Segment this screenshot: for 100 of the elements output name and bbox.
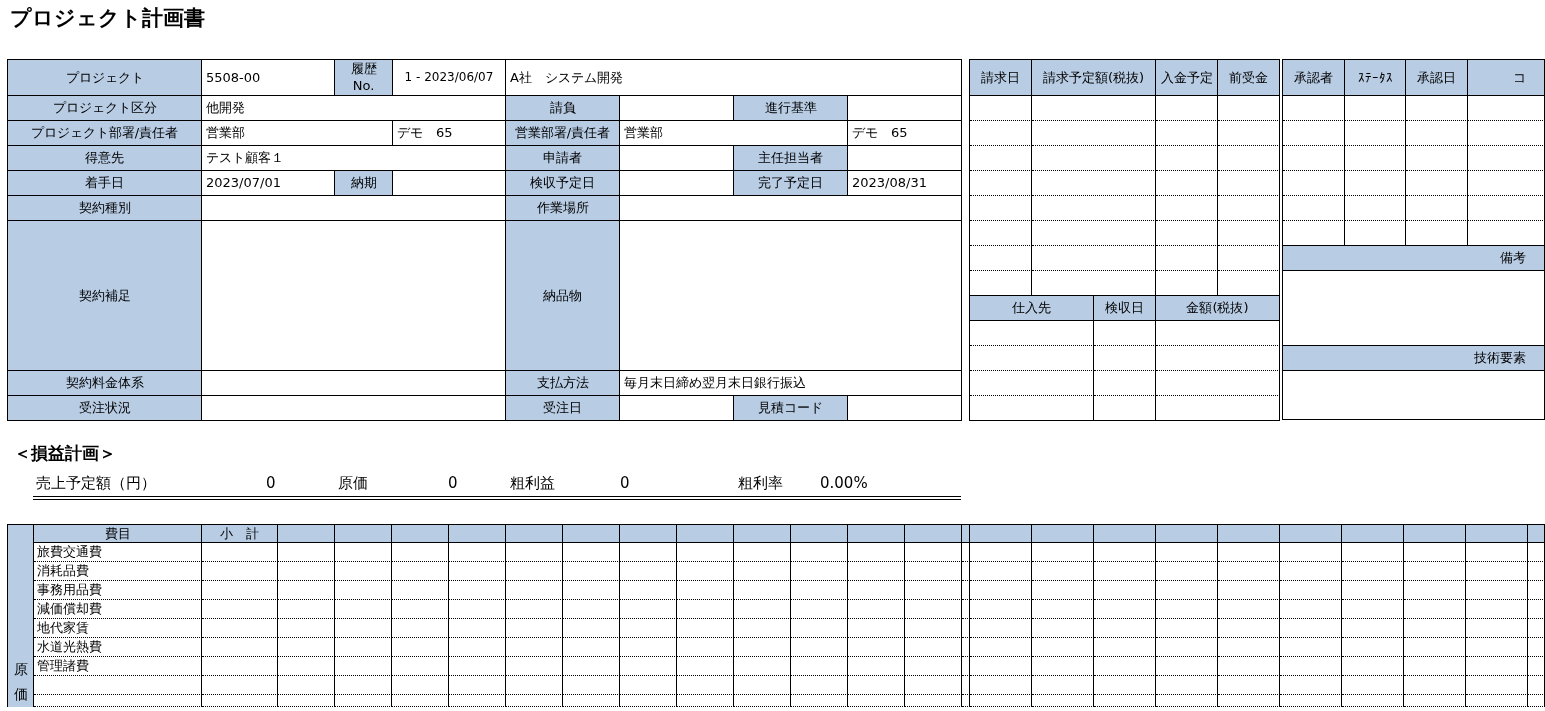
table-cell [1032,581,1094,600]
field-label: 完了予定日 [734,171,848,196]
table-cell [1280,600,1342,619]
table-cell [620,562,677,581]
table-cell [1156,221,1218,246]
table-cell [1404,562,1466,581]
table-cell [970,638,1032,657]
field-value: 1 - 2023/06/07 [393,60,506,96]
table-cell [278,543,335,562]
table-cell [970,581,1032,600]
row-label: 消耗品費 [34,562,202,581]
table-cell [335,657,392,676]
table-cell [449,581,506,600]
table-cell [449,695,506,707]
table-cell [506,600,563,619]
table-cell [392,581,449,600]
field-label: 営業部署/責任者 [506,121,620,146]
table-cell [1156,171,1218,196]
table-cell [278,562,335,581]
table-cell [734,562,791,581]
column-header: ｽﾃｰﾀｽ [1345,60,1406,96]
section-heading: ＜損益計画＞ [14,443,117,465]
table-cell [335,695,392,707]
table-cell [620,676,677,695]
section-header: 備考 [1283,246,1545,271]
table-cell [734,600,791,619]
table-cell [791,638,848,657]
table-cell [1342,695,1404,707]
table-cell [1280,543,1342,562]
table-cell [1406,121,1468,146]
column-header: 請求予定額(税抜) [1032,60,1156,96]
table-cell [848,600,905,619]
table-cell [905,657,962,676]
table-cell [278,657,335,676]
table-cell [506,657,563,676]
column-header: 前受金 [1218,60,1280,96]
table-cell [677,657,734,676]
table-cell [734,543,791,562]
field-label: 納期 [335,171,393,196]
table-cell [734,657,791,676]
table-cell [791,562,848,581]
table-cell [506,695,563,707]
table-cell [1218,562,1280,581]
table-cell [1218,121,1280,146]
table-cell [1094,619,1156,638]
table-cell [1218,96,1280,121]
table-cell [392,676,449,695]
table-cell [1404,543,1466,562]
table-cell [1280,676,1342,695]
table-cell [1156,121,1218,146]
table-cell [734,619,791,638]
table-cell [1032,657,1094,676]
table-cell [1342,619,1404,638]
table-cell [1094,695,1156,707]
field-label: 主任担当者 [734,146,848,171]
table-cell [1218,638,1280,657]
table-cell [563,695,620,707]
table-cell [620,581,677,600]
summary-label: 売上予定額（円） [36,474,157,494]
table-cell [563,676,620,695]
table-cell [1528,695,1545,707]
table-cell [563,638,620,657]
field-label: 着手日 [8,171,202,196]
table-cell [1466,638,1528,657]
table-cell [1156,543,1218,562]
table-cell [1528,619,1545,638]
table-cell [970,543,1032,562]
table-cell [1156,146,1218,171]
summary-value: 0.00% [819,474,869,494]
table-cell [1528,638,1545,657]
table-cell [1032,695,1094,707]
field-value: 2023/08/31 [848,171,962,196]
table-cell [506,562,563,581]
table-cell [1528,562,1545,581]
field-label: 契約料金体系 [8,371,202,396]
table-cell [970,676,1032,695]
table-cell [1404,581,1466,600]
field-label: 履歴 No. [335,60,393,96]
table-cell [1342,600,1404,619]
table-cell [563,562,620,581]
field-label: 納品物 [506,221,620,371]
column-header: 小 計 [202,525,278,543]
table-cell [1466,562,1528,581]
table-cell [791,581,848,600]
table-cell [1404,600,1466,619]
field-label: 受注日 [506,396,620,421]
table-cell [791,676,848,695]
table-cell [392,619,449,638]
table-cell [1156,562,1218,581]
column-header: 入金予定 [1156,60,1218,96]
table-cell [1156,196,1218,221]
table-cell [1094,321,1156,346]
table-cell [1466,600,1528,619]
table-cell [848,619,905,638]
table-cell [620,600,677,619]
table-cell [449,638,506,657]
table-cell [1280,619,1342,638]
table-cell [848,695,905,707]
table-cell [278,619,335,638]
table-cell [1528,543,1545,562]
